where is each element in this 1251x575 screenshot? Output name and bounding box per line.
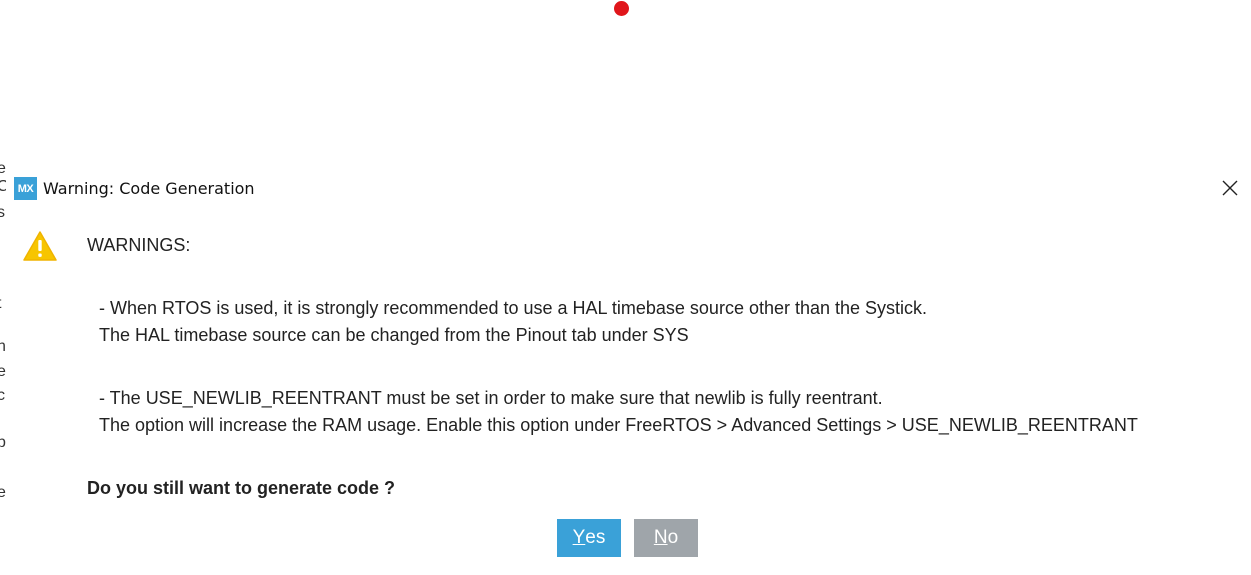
yes-button[interactable]: Yes [557,519,621,557]
warning-message-line: The option will increase the RAM usage. … [99,415,1138,435]
screen: e C s t n e c p e MX Warning: Code Gener… [0,0,1251,575]
stm32cubemx-app-icon: MX [14,177,37,200]
warning-message-line: The HAL timebase source can be changed f… [99,325,689,345]
bg-glyph: p [0,434,6,451]
bg-glyph: e [0,160,6,177]
close-icon [1222,180,1238,196]
no-button[interactable]: No [634,519,698,557]
warning-dialog: MX Warning: Code Generation WARNINGS: - … [7,172,1251,575]
close-button[interactable] [1219,177,1241,199]
warnings-heading: WARNINGS: [87,235,191,255]
no-label-rest: o [667,527,679,548]
warning-message-line: - The USE_NEWLIB_REENTRANT must be set i… [99,388,883,408]
dialog-title: Warning: Code Generation [43,179,255,198]
bg-glyph: n [0,338,6,355]
bg-glyph: e [0,363,6,380]
bg-glyph: e [0,484,6,501]
no-mnemonic: N [653,527,668,548]
bg-glyph: t [0,295,1,313]
bg-glyph: s [0,204,5,221]
bg-glyph: c [0,387,5,404]
yes-mnemonic: Y [572,527,586,548]
confirm-question: Do you still want to generate code ? [87,478,396,498]
yes-label-rest: es [585,527,606,548]
warning-message-line: - When RTOS is used, it is strongly reco… [99,298,928,318]
bg-glyph: C [0,178,6,195]
recording-indicator-dot [614,1,629,16]
dialog-titlebar[interactable]: MX Warning: Code Generation [7,172,1251,206]
background-window-edge: e C s t n e c p e [0,160,6,510]
warning-triangle-icon [23,231,57,261]
